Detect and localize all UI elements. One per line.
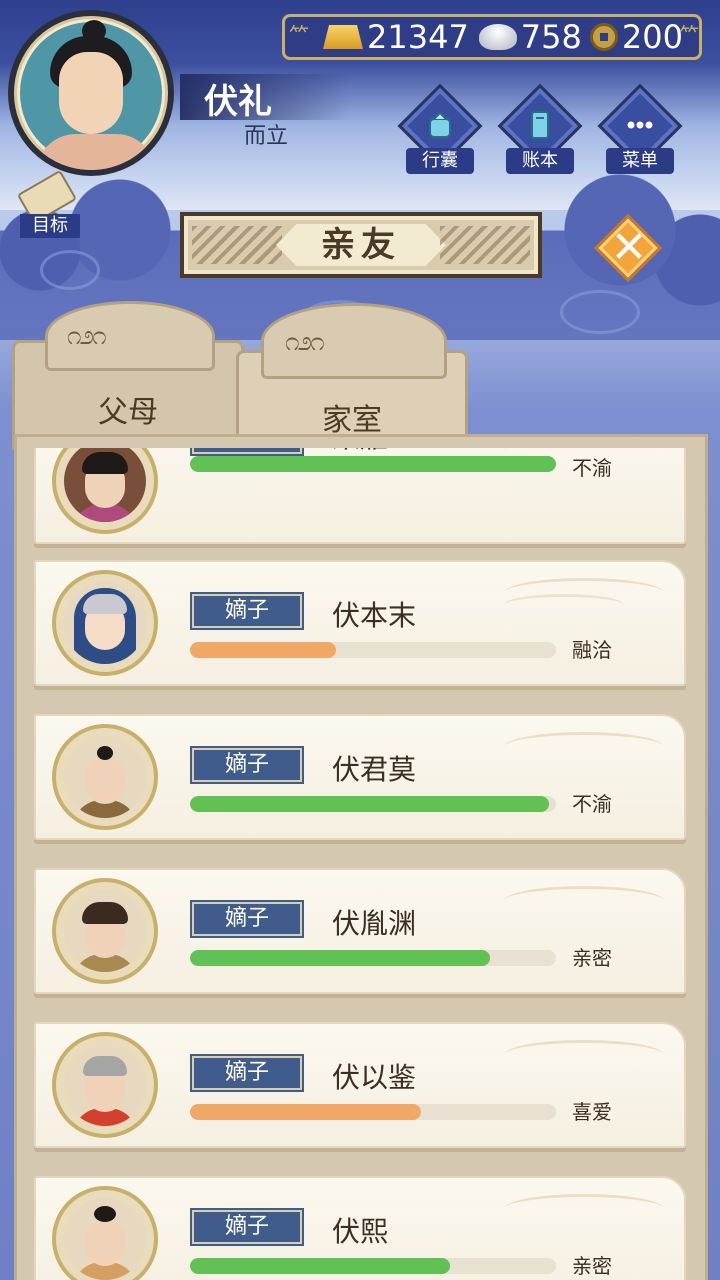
member-portrait: [52, 1032, 158, 1138]
avatar-face: [59, 52, 123, 134]
tab-label: 家室: [322, 403, 382, 438]
page-title: 亲友: [276, 224, 446, 266]
avatar-topknot: [82, 20, 106, 42]
member-name: 伏以鉴: [332, 1061, 417, 1094]
portrait-image: [64, 1198, 146, 1280]
silver-amount: 758: [520, 18, 582, 56]
cloud-swirl-decoration: [560, 290, 640, 334]
player-name: 伏礼: [204, 82, 272, 122]
affinity-bar: [190, 1258, 556, 1274]
member-portrait: [52, 570, 158, 676]
tab-swirl-decoration: ೧೨೧: [67, 321, 107, 351]
silver-ingot-icon: [478, 24, 517, 50]
portrait-hair: [83, 594, 127, 614]
ledger-button[interactable]: 账本: [497, 83, 583, 178]
relation-status: 不渝: [572, 456, 612, 480]
coin-amount: 200: [621, 18, 683, 56]
wave-decoration: [504, 1040, 664, 1070]
wave-decoration: [504, 886, 664, 916]
member-name: 乘雁: [332, 448, 388, 456]
member-name: 伏君莫: [332, 753, 417, 786]
member-name: 伏熙: [332, 1215, 389, 1248]
affinity-bar-fill: [190, 642, 337, 658]
bag-label: 行囊: [406, 148, 474, 174]
affinity-bar-fill: [190, 950, 491, 966]
title-banner: 亲友: [180, 212, 542, 278]
portrait-face: [85, 1220, 125, 1266]
affinity-bar-fill: [190, 456, 556, 472]
portrait-hair: [97, 746, 113, 760]
relation-status: 融洽: [572, 638, 612, 662]
portrait-image: [64, 890, 146, 972]
more-icon: [627, 121, 653, 129]
list-item[interactable]: 嫡子 伏熙 亲密: [34, 1176, 686, 1280]
portrait-image: [64, 736, 146, 818]
affinity-bar: [190, 950, 556, 966]
affinity-bar-fill: [190, 796, 549, 812]
gold-ingot-icon: [323, 25, 363, 49]
tab-label: 父母: [98, 395, 158, 430]
member-portrait: [52, 448, 158, 534]
gold-amount: 21347: [367, 18, 469, 56]
close-icon: ✕: [610, 222, 648, 273]
wave-decoration: [504, 732, 664, 762]
portrait-hair: [83, 1056, 127, 1076]
role-tag: 嫡子: [192, 748, 302, 782]
relation-status: 亲密: [572, 1254, 612, 1278]
bag-icon: [429, 111, 451, 138]
tab-swirl-decoration: ೧೨೧: [285, 327, 325, 357]
member-portrait: [52, 878, 158, 984]
relation-status: 喜爱: [572, 1100, 612, 1124]
list-item[interactable]: 妻子 乘雁 不渝: [34, 448, 686, 544]
affinity-bar-fill: [190, 1104, 421, 1120]
portrait-image: [64, 448, 146, 522]
bamboo-right-icon: ⺮: [679, 23, 699, 47]
wave-decoration: [504, 1194, 664, 1224]
role-tag: 嫡子: [192, 594, 302, 628]
bamboo-left-icon: ⺮: [289, 23, 309, 47]
close-button[interactable]: ✕: [594, 214, 664, 284]
player-avatar[interactable]: [8, 10, 174, 176]
affinity-bar-fill: [190, 1258, 450, 1274]
relation-status: 亲密: [572, 946, 612, 970]
menu-label: 菜单: [606, 148, 674, 174]
affinity-bar: [190, 796, 556, 812]
goal-label: 目标: [20, 214, 80, 238]
list-item[interactable]: 嫡子 伏以鉴 喜爱: [34, 1022, 686, 1148]
member-name: 伏本末: [332, 599, 417, 632]
goal-button[interactable]: 目标: [10, 169, 80, 240]
list-item[interactable]: 嫡子 伏本末 融洽: [34, 560, 686, 686]
role-tag: 嫡子: [192, 1210, 302, 1244]
tab-household[interactable]: ೧೨೧ 家室: [236, 303, 468, 446]
wave-decoration: [504, 594, 624, 616]
affinity-bar: [190, 1104, 556, 1120]
relation-status: 不渝: [572, 792, 612, 816]
role-tag: 嫡子: [192, 1056, 302, 1090]
list-item[interactable]: 嫡子 伏胤渊 亲密: [34, 868, 686, 994]
ledger-label: 账本: [506, 148, 574, 174]
copper-coin-icon: [589, 23, 618, 51]
menu-button[interactable]: 菜单: [597, 83, 683, 178]
avatar-robe: [36, 134, 156, 170]
member-portrait: [52, 724, 158, 830]
role-tag: 妻子: [192, 448, 302, 454]
portrait-face: [85, 758, 125, 804]
list-item[interactable]: 嫡子 伏君莫 不渝: [34, 714, 686, 840]
bag-button[interactable]: 行囊: [397, 83, 483, 178]
affinity-bar: [190, 456, 556, 472]
affinity-bar: [190, 642, 556, 658]
role-tag: 嫡子: [192, 902, 302, 936]
member-name: 伏胤渊: [332, 907, 417, 940]
portrait-hair: [82, 902, 128, 924]
portrait-hair: [94, 1206, 116, 1222]
member-portrait: [52, 1186, 158, 1280]
cloud-swirl-decoration: [40, 250, 100, 290]
portrait-hair: [82, 452, 128, 474]
currency-bar: ⺮ 21347 758 200 ⺮: [282, 14, 702, 60]
portrait-image: [64, 1044, 146, 1126]
ledger-icon: [531, 111, 549, 139]
player-age-title: 而立: [244, 124, 289, 149]
portrait-image: [64, 582, 146, 664]
family-list[interactable]: 妻子 乘雁 不渝 嫡子 伏本末 融洽: [34, 448, 686, 1280]
